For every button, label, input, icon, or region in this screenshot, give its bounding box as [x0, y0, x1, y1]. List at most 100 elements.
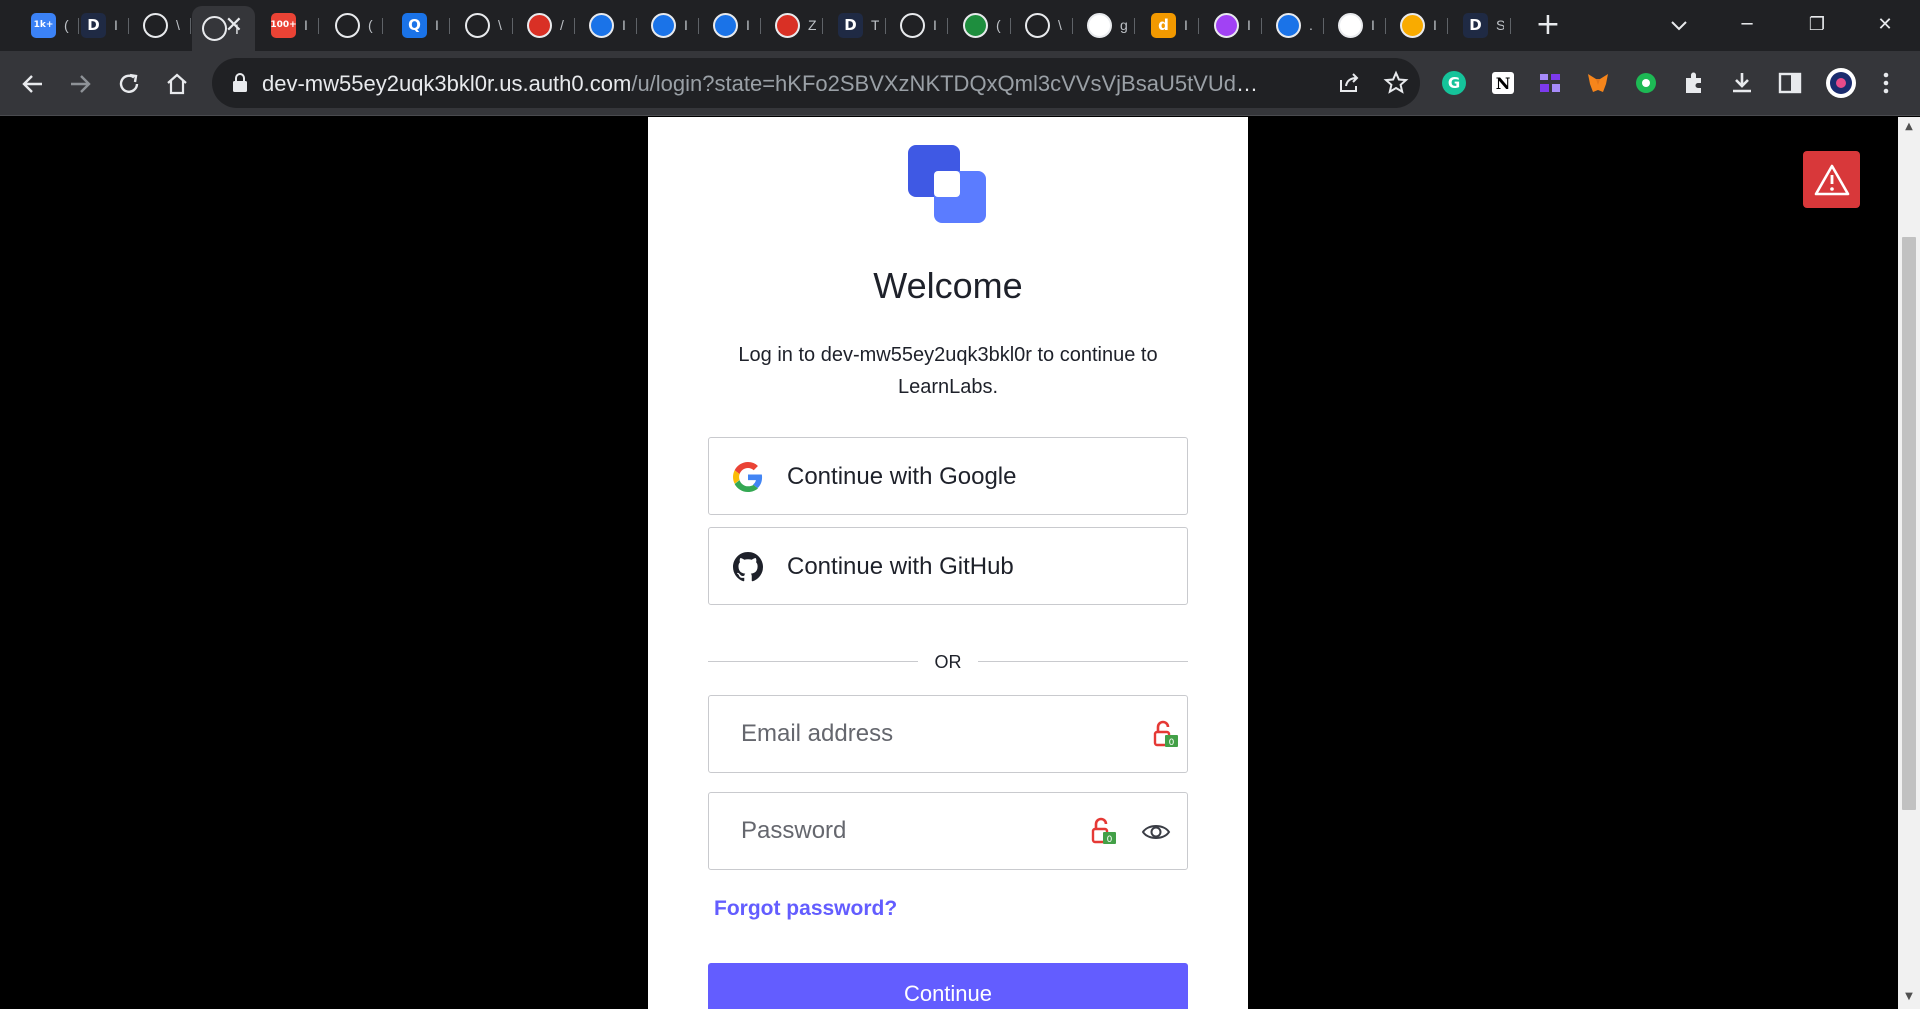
home-button[interactable] — [160, 67, 194, 101]
password-manager-lock-icon[interactable]: 0 — [1151, 719, 1181, 749]
tab-green-app[interactable]: ( — [950, 8, 1011, 42]
continue-with-github-button[interactable]: Continue with GitHub — [708, 527, 1188, 605]
forgot-password-link[interactable]: Forgot password? — [714, 897, 897, 921]
tab-bitwarden-title: ( — [368, 17, 373, 33]
tab-google-title: g — [1120, 17, 1128, 33]
tab-d-app-3[interactable]: DS — [1450, 8, 1511, 42]
grammarly-extension-icon[interactable]: G — [1441, 70, 1467, 96]
tab-d-app-1-title: I — [114, 17, 118, 33]
tab-d-app-2[interactable]: DT — [825, 8, 886, 42]
page-viewport: Welcome Log in to dev-mw55ey2uqk3bkl0r t… — [0, 117, 1898, 1009]
continue-with-google-button[interactable]: Continue with Google — [708, 437, 1188, 515]
tab-circle-app[interactable]: I — [1387, 8, 1448, 42]
tab-separator — [574, 18, 575, 34]
tab-q-app[interactable]: QI — [389, 8, 450, 42]
scroll-down-arrow-icon[interactable]: ▼ — [1903, 991, 1915, 1003]
chrome-menu-kebab-icon[interactable] — [1873, 70, 1899, 96]
tab-separator — [318, 18, 319, 34]
side-panel-icon[interactable] — [1777, 70, 1803, 96]
tab-search-chevron-icon[interactable] — [1668, 14, 1690, 36]
tab-drive-2-title: I — [1371, 17, 1375, 33]
show-password-eye-icon[interactable] — [1141, 817, 1171, 847]
url-path: /u/login?state=hKFo2SBVXzNKTDQxQml3cVVsV… — [631, 71, 1262, 96]
profile-avatar-icon[interactable] — [1825, 67, 1857, 99]
tab-d-app-3-favicon-icon: D — [1463, 12, 1488, 38]
tab-separator — [1198, 18, 1199, 34]
tab-bitwarden[interactable]: ( — [322, 8, 383, 42]
tab-gmail-title: I — [304, 17, 308, 33]
tab-q-app-favicon-icon: Q — [402, 12, 427, 38]
tab-wing-app-1-favicon-icon — [651, 12, 676, 38]
tab-d-app-2-title: T — [871, 17, 879, 33]
tab-wing-app-2[interactable]: I — [700, 8, 761, 42]
tab-github-3[interactable]: I — [887, 8, 948, 42]
tab-separator — [1134, 18, 1135, 34]
tab-arrow-app[interactable]: / — [514, 8, 575, 42]
tab-d-orange[interactable]: dI — [1138, 8, 1199, 42]
tab-wing-app-1-title: I — [684, 17, 688, 33]
green-dot-extension-icon[interactable] — [1633, 70, 1659, 96]
reload-button[interactable] — [112, 67, 146, 101]
bookmark-star-icon[interactable] — [1383, 70, 1409, 96]
scroll-up-arrow-icon[interactable]: ▲ — [1903, 121, 1915, 133]
lock-icon[interactable] — [230, 72, 250, 94]
scrollbar-thumb[interactable] — [1902, 237, 1916, 810]
new-tab-button[interactable]: + — [1533, 10, 1563, 41]
password-input[interactable] — [709, 793, 1089, 869]
tab-drive-app-favicon-icon — [589, 12, 614, 38]
tab-bitwarden-favicon-icon — [335, 12, 360, 38]
page-scrollbar[interactable]: ▲ ▼ — [1898, 117, 1920, 1009]
tab-d-app-1-favicon-icon: D — [81, 12, 106, 38]
tab-gear-app[interactable]: Z — [762, 8, 823, 42]
extensions-puzzle-icon[interactable] — [1681, 70, 1707, 96]
alert-extension-badge[interactable] — [1803, 151, 1860, 208]
tab-separator — [128, 18, 129, 34]
tabs-manager-extension-icon[interactable] — [1537, 70, 1563, 96]
address-bar[interactable]: dev-mw55ey2uqk3bkl0r.us.auth0.com/u/logi… — [212, 58, 1420, 108]
continue-button[interactable]: Continue — [708, 963, 1188, 1009]
tab-github-1-favicon-icon — [143, 12, 168, 38]
tab-gmail[interactable]: 100+ I — [258, 8, 319, 42]
password-manager-lock-icon[interactable]: 0 — [1089, 816, 1119, 846]
forward-arrow-icon — [71, 75, 91, 93]
tab-github-4-favicon-icon — [1025, 12, 1050, 38]
reload-icon — [119, 73, 139, 93]
downloads-icon[interactable] — [1729, 70, 1755, 96]
tab-gear-app-title: Z — [808, 17, 816, 33]
url-host: dev-mw55ey2uqk3bkl0r.us.auth0.com — [262, 71, 632, 96]
tab-colorful-app[interactable]: I — [1201, 8, 1262, 42]
tab-separator — [760, 18, 761, 34]
restore-window-button[interactable]: ❐ — [1797, 10, 1837, 40]
back-button[interactable] — [16, 67, 50, 101]
tab-github-4[interactable]: \ — [1012, 8, 1073, 42]
tab-active-login[interactable]: I ✕ — [192, 6, 255, 51]
notion-extension-icon[interactable]: N — [1490, 70, 1516, 96]
google-icon — [733, 462, 763, 492]
tab-q-app-title: I — [435, 17, 439, 33]
tab-drive-app[interactable]: I — [576, 8, 637, 42]
close-tab-icon[interactable]: ✕ — [225, 15, 243, 37]
tab-github-2-title: \ — [498, 17, 502, 33]
password-field[interactable]: 0 — [708, 792, 1188, 870]
email-field[interactable]: 0 — [708, 695, 1188, 773]
tab-d-app-2-favicon-icon: D — [838, 12, 863, 38]
url-text[interactable]: dev-mw55ey2uqk3bkl0r.us.auth0.com/u/logi… — [262, 71, 1262, 97]
tab-wing-app-2-favicon-icon — [713, 12, 738, 38]
minimize-window-button[interactable]: ─ — [1727, 10, 1767, 40]
tab-d-app-3-title: S — [1496, 17, 1504, 33]
tab-google[interactable]: g — [1074, 8, 1135, 42]
tab-d-app-1[interactable]: DI — [68, 8, 129, 42]
tab-separator — [1323, 18, 1324, 34]
tab-github-1[interactable]: \ — [130, 8, 191, 42]
close-window-button[interactable]: ✕ — [1865, 10, 1905, 40]
login-card: Welcome Log in to dev-mw55ey2uqk3bkl0r t… — [648, 117, 1248, 1009]
forward-button[interactable] — [63, 67, 97, 101]
share-icon[interactable] — [1336, 70, 1362, 96]
tab-github-2[interactable]: \ — [452, 8, 513, 42]
tab-cst-app[interactable]: . — [1263, 8, 1324, 42]
metamask-fox-extension-icon[interactable] — [1585, 70, 1611, 96]
email-input[interactable] — [709, 696, 1089, 772]
tab-drive-2[interactable]: I — [1325, 8, 1386, 42]
tab-wing-app-1[interactable]: I — [638, 8, 699, 42]
tab-separator — [947, 18, 948, 34]
